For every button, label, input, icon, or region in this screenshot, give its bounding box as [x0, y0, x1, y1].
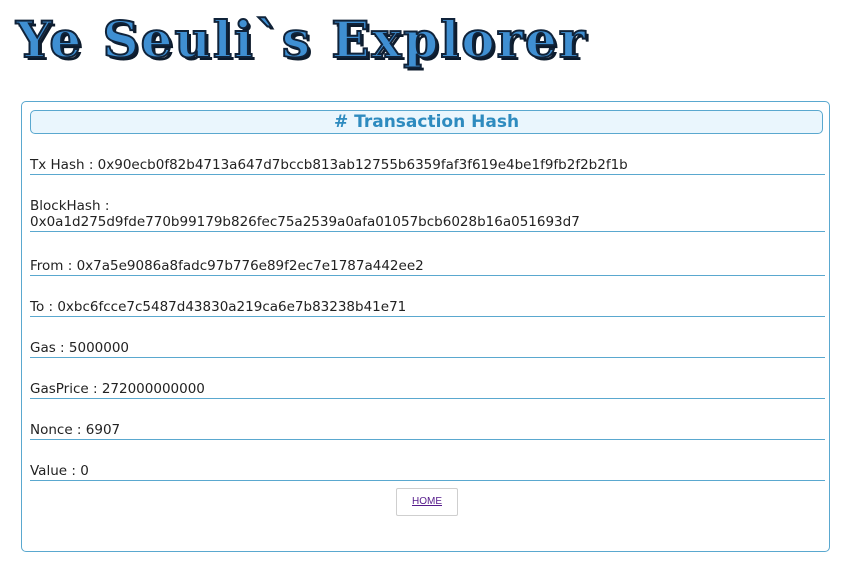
- block-hash-label: BlockHash :: [30, 198, 110, 214]
- from-row: From : 0x7a5e9086a8fadc97b776e89f2ec7e17…: [30, 258, 825, 276]
- tx-hash-row: Tx Hash : 0x90ecb0f82b4713a647d7bccb813a…: [30, 157, 825, 175]
- transaction-panel: # Transaction Hash Tx Hash : 0x90ecb0f82…: [21, 101, 830, 552]
- value-row: Value : 0: [30, 463, 825, 481]
- gas-row: Gas : 5000000: [30, 340, 825, 358]
- gas-price-row: GasPrice : 272000000000: [30, 381, 825, 399]
- home-button[interactable]: HOME: [396, 488, 458, 516]
- site-logo: Ye Seuli`s Explorer: [15, 9, 588, 70]
- home-link[interactable]: HOME: [412, 496, 442, 507]
- panel-title: # Transaction Hash: [30, 110, 823, 134]
- block-hash-value: 0x0a1d275d9fde770b99179b826fec75a2539a0a…: [30, 214, 580, 230]
- to-row: To : 0xbc6fcce7c5487d43830a219ca6e7b8323…: [30, 299, 825, 317]
- nonce-row: Nonce : 6907: [30, 422, 825, 440]
- block-hash-row: BlockHash : 0x0a1d275d9fde770b99179b826f…: [30, 198, 825, 232]
